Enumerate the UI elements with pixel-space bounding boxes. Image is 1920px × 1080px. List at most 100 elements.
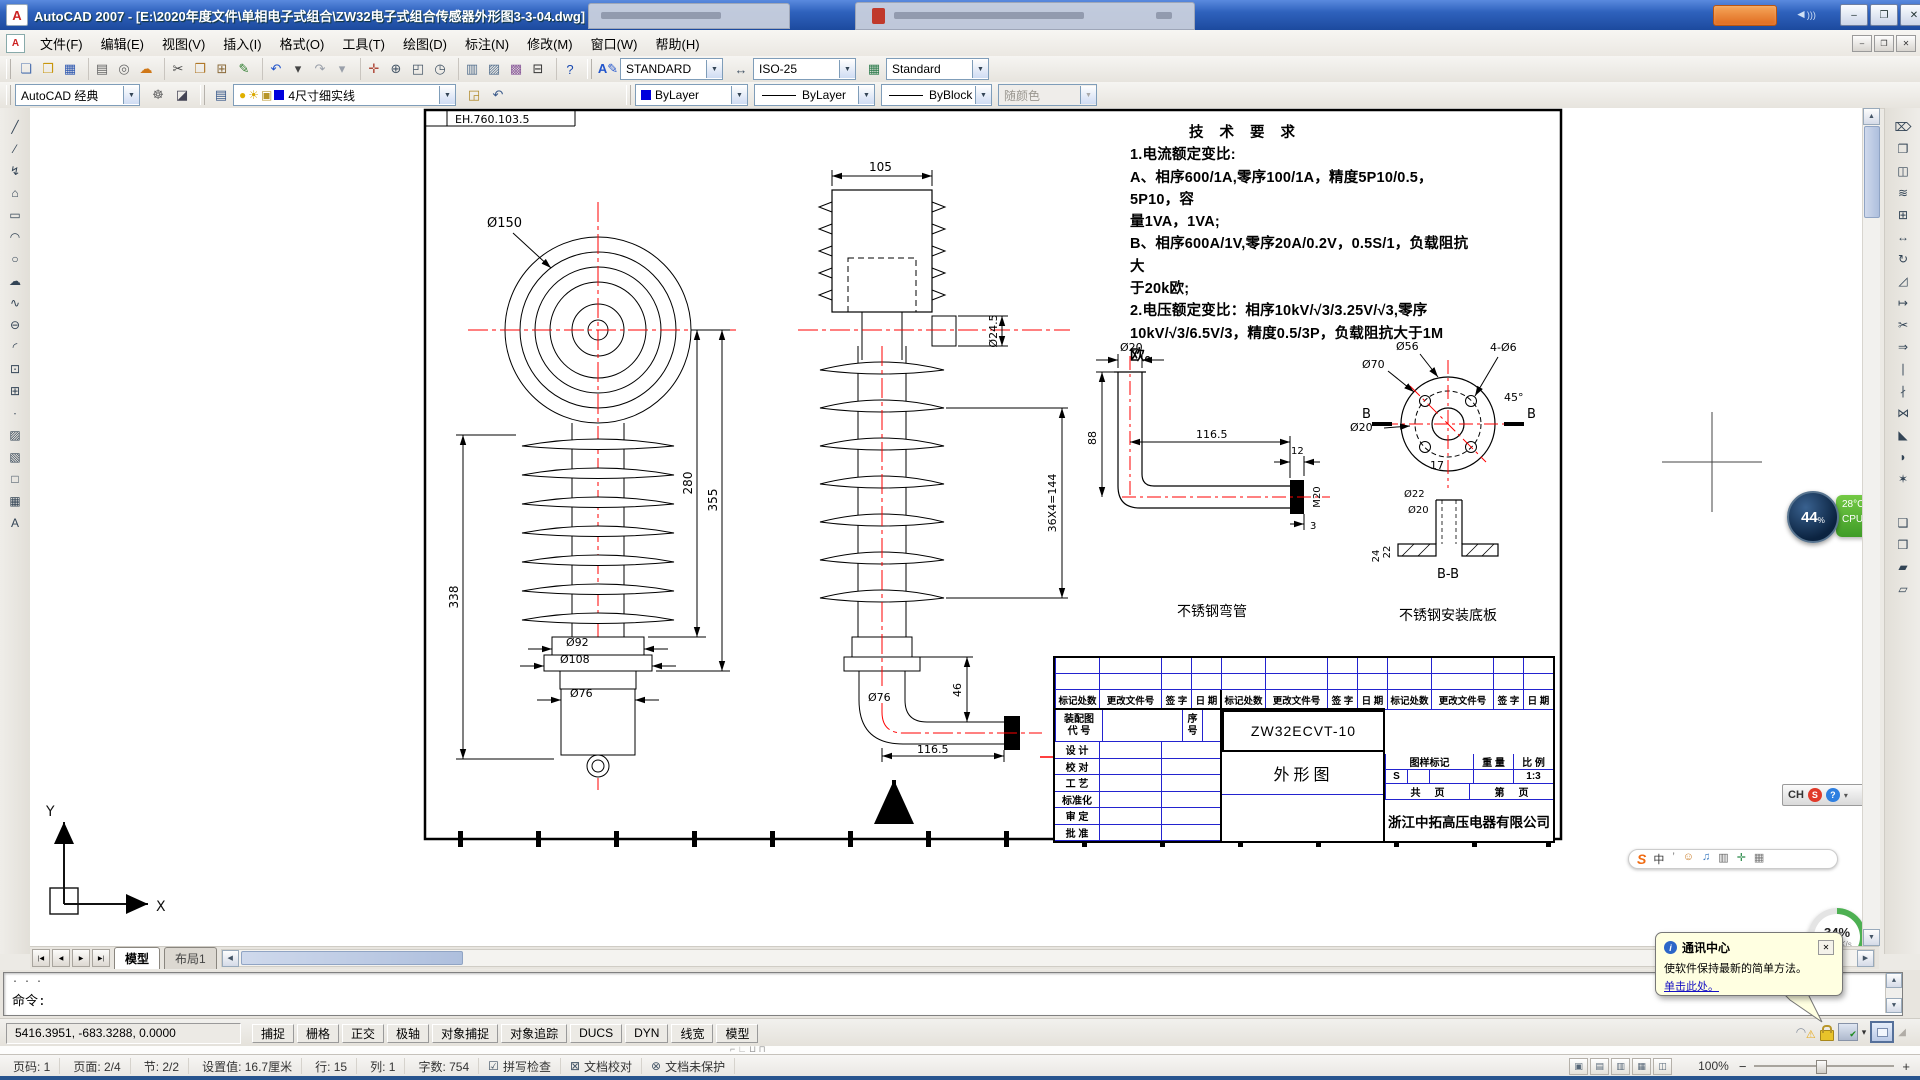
line-icon[interactable]: ╱ <box>4 116 26 138</box>
help-icon[interactable]: ? <box>559 58 581 80</box>
cut-icon[interactable]: ✂ <box>167 58 189 80</box>
status-toggle-button[interactable]: 对象捕捉 <box>432 1024 498 1043</box>
word-status-item[interactable]: 节: 2/2 <box>131 1058 189 1074</box>
toolbar-icon[interactable] <box>255 58 263 80</box>
mdi-button[interactable]: – <box>1852 35 1872 52</box>
calculator-icon[interactable]: ⊟ <box>527 58 549 80</box>
ime-options-icon[interactable]: ▾ <box>1844 791 1848 800</box>
status-toggle-button[interactable]: 极轴 <box>387 1024 429 1043</box>
mdi-button[interactable]: ✕ <box>1896 35 1916 52</box>
zoom-slider[interactable] <box>1754 1065 1894 1067</box>
ellipse-arc-icon[interactable]: ◜ <box>4 336 26 358</box>
status-toggle-button[interactable]: 线宽 <box>671 1024 713 1043</box>
stretch-icon[interactable]: ↦ <box>1892 292 1914 314</box>
publish-icon[interactable]: ☁ <box>135 58 157 80</box>
tab-nav-arrow[interactable]: ◀ <box>52 949 70 967</box>
linetype-combo[interactable]: ByLayer▼ <box>754 84 875 106</box>
status-toggle-button[interactable]: 捕捉 <box>252 1024 294 1043</box>
menu-item[interactable]: 编辑(E) <box>92 31 153 56</box>
toolbar-icon[interactable] <box>353 58 361 80</box>
status-toggle-button[interactable]: 栅格 <box>297 1024 339 1043</box>
polyline-icon[interactable]: ↯ <box>4 160 26 182</box>
vscroll-thumb[interactable] <box>1864 126 1880 218</box>
chevron-down-icon[interactable]: ▼ <box>706 60 722 78</box>
scroll-down-icon[interactable]: ▼ <box>1886 998 1902 1013</box>
word-status-item[interactable]: ⊠文档校对 <box>561 1058 642 1074</box>
make-block-icon[interactable]: ⊞ <box>4 380 26 402</box>
text-style-combo[interactable]: STANDARD▼ <box>620 58 723 80</box>
recording-overlay-button[interactable] <box>1713 5 1777 26</box>
tab-nav-arrow[interactable]: ▶| <box>92 949 110 967</box>
tab-nav-arrow[interactable]: ▶ <box>72 949 90 967</box>
zoom-level[interactable]: 100% <box>1698 1059 1729 1073</box>
sogou-tool-icon[interactable]: ’ <box>1672 851 1674 867</box>
modify-tool-icon[interactable] <box>1892 490 1914 512</box>
lineweight-combo[interactable]: ByBlock▼ <box>881 84 992 106</box>
pan-icon[interactable]: ✛ <box>363 58 385 80</box>
table-style-icon[interactable]: ▦ <box>864 59 884 79</box>
toolbar-grip[interactable] <box>587 59 592 79</box>
match-properties-icon[interactable]: ✎ <box>233 58 255 80</box>
toolbar-icon[interactable] <box>81 58 89 80</box>
scroll-right-icon[interactable]: ▶ <box>1857 950 1874 967</box>
make-object-layer-current-icon[interactable]: ◲ <box>464 85 484 105</box>
tab-model[interactable]: 模型 <box>114 947 160 969</box>
communication-warning-icon[interactable]: ◠ ⚠ <box>1796 1023 1816 1041</box>
break-point-icon[interactable]: ∣ <box>1892 358 1914 380</box>
construction-line-icon[interactable]: ⁄ <box>4 138 26 160</box>
status-toggle-button[interactable]: 对象追踪 <box>501 1024 567 1043</box>
toolbar-grip[interactable] <box>626 85 631 105</box>
menu-item[interactable]: 标注(N) <box>456 31 518 56</box>
menu-item[interactable]: 格式(O) <box>271 31 334 56</box>
zoom-out-icon[interactable]: − <box>1739 1059 1747 1074</box>
layer-on-icon[interactable]: ● <box>239 88 246 102</box>
word-status-item[interactable]: 列: 1 <box>357 1058 405 1074</box>
word-status-item[interactable]: 页码: 1 <box>0 1058 60 1074</box>
text-style-icon[interactable]: A✎ <box>598 59 618 79</box>
copy-object-icon[interactable]: ❐ <box>1892 138 1914 160</box>
redo-icon[interactable]: ↷ <box>309 58 331 80</box>
drawing-canvas[interactable]: EH.760.103.5 Ø150 <box>30 108 1862 946</box>
block-editor-icon[interactable]: ▩ <box>505 58 527 80</box>
word-status-item[interactable]: 字数: 754 <box>405 1058 479 1074</box>
balloon-close-icon[interactable]: ✕ <box>1818 940 1834 955</box>
menu-item[interactable]: 窗口(W) <box>582 31 647 56</box>
window-button[interactable]: ✕ <box>1900 4 1920 26</box>
draworder-above-icon[interactable]: ▰ <box>1892 556 1914 578</box>
mtext-icon[interactable]: A <box>4 512 26 534</box>
canvas-hscrollbar[interactable]: ◀ ▶ <box>221 949 1875 967</box>
rotate-icon[interactable]: ↻ <box>1892 248 1914 270</box>
array-icon[interactable]: ⊞ <box>1892 204 1914 226</box>
ellipse-icon[interactable]: ⊖ <box>4 314 26 336</box>
toolbar-icon[interactable] <box>549 58 557 80</box>
sogou-icon[interactable]: S <box>1808 788 1822 802</box>
chamfer-icon[interactable]: ◣ <box>1892 424 1914 446</box>
revcloud-icon[interactable]: ☁ <box>4 270 26 292</box>
dim-style-combo[interactable]: ISO-25▼ <box>753 58 856 80</box>
open-icon[interactable]: ❒ <box>37 58 59 80</box>
copy-icon[interactable]: ❐ <box>189 58 211 80</box>
word-status-item[interactable]: 页面: 2/4 <box>60 1058 130 1074</box>
toolbar-grip[interactable] <box>6 59 11 79</box>
window-button[interactable]: – <box>1840 4 1868 26</box>
word-status-item[interactable]: ⊗文档未保护 <box>642 1058 735 1074</box>
new-icon[interactable]: ❏ <box>15 58 37 80</box>
menu-item[interactable]: 视图(V) <box>153 31 214 56</box>
chevron-down-icon[interactable]: ▼ <box>858 86 874 104</box>
command-window[interactable]: . . . 命令: ▲ ▼ <box>0 970 1920 1018</box>
plot-preview-icon[interactable]: ◎ <box>113 58 135 80</box>
menu-item[interactable]: 插入(I) <box>214 31 270 56</box>
menu-item[interactable]: 文件(F) <box>31 31 92 56</box>
undo-dropdown-icon[interactable]: ▾ <box>287 58 309 80</box>
word-status-item[interactable]: ☑拼写检查 <box>479 1058 561 1074</box>
speaker-icon[interactable]: ◄))) <box>1795 7 1816 21</box>
offset-icon[interactable]: ≋ <box>1892 182 1914 204</box>
toolbar-grip[interactable] <box>200 85 205 105</box>
view-mode-icon[interactable]: ▣ <box>1569 1058 1588 1075</box>
clean-screen-button[interactable] <box>1870 1021 1894 1043</box>
hscroll-thumb[interactable] <box>241 951 463 965</box>
status-toggle-button[interactable]: 正交 <box>342 1024 384 1043</box>
toolbar-icon[interactable] <box>157 58 165 80</box>
zoom-slider-thumb[interactable] <box>1816 1060 1827 1074</box>
tab-nav-arrow[interactable]: |◀ <box>32 949 50 967</box>
